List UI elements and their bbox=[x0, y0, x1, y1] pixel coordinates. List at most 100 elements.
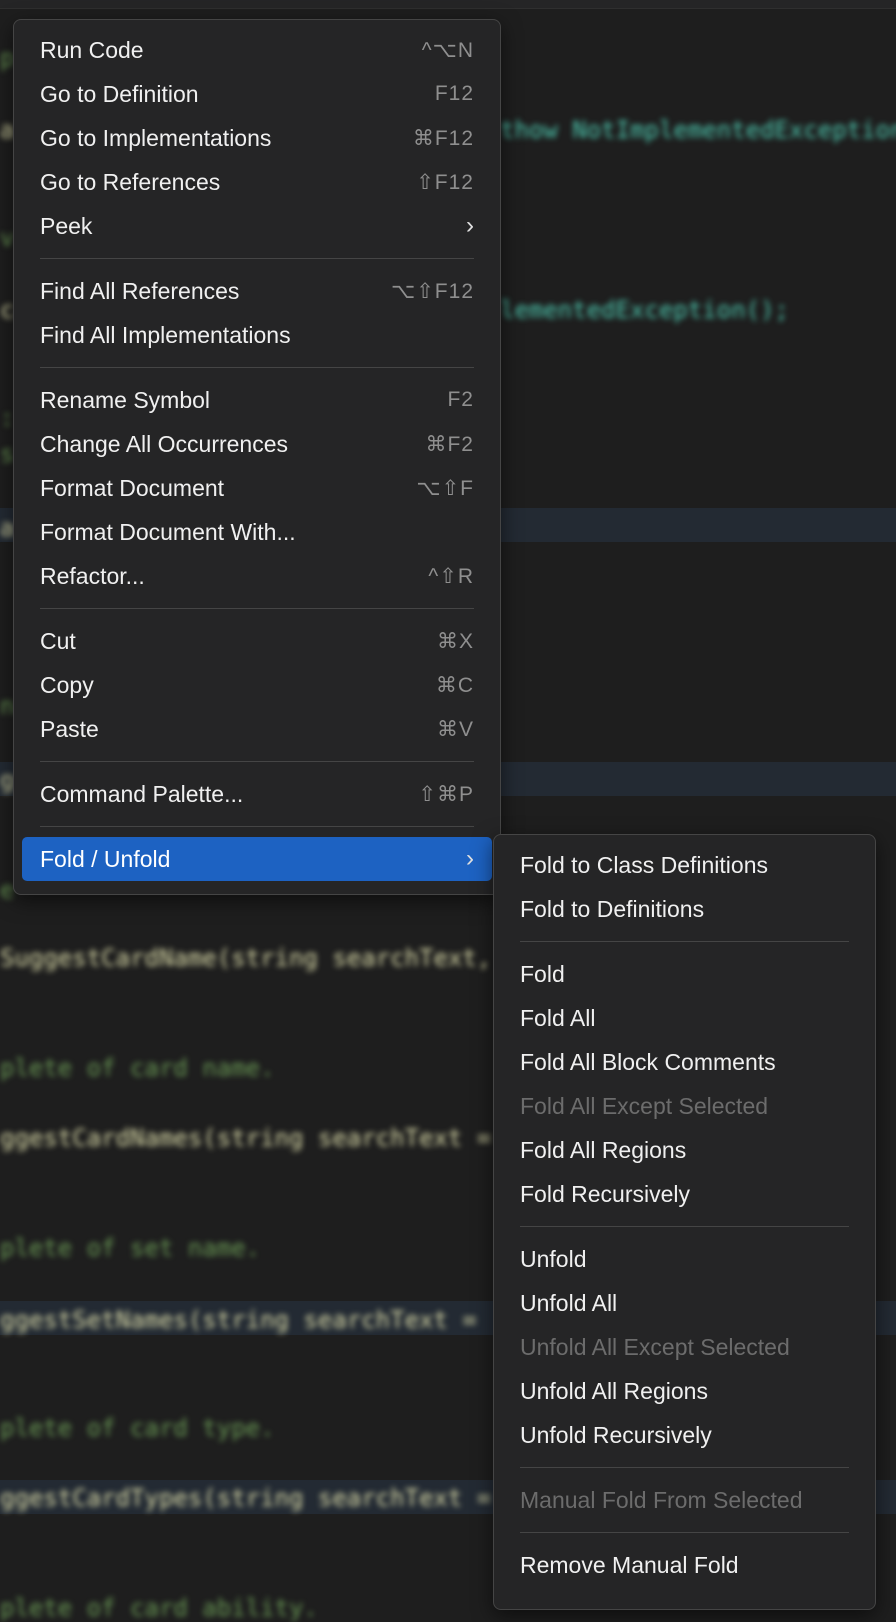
menu-item-shortcut: ⌥⇧F12 bbox=[391, 279, 474, 303]
menu-item-label: Fold to Class Definitions bbox=[520, 851, 768, 878]
menu-item-unfold-all[interactable]: Unfold All bbox=[502, 1281, 867, 1325]
editor-context-menu: Run Code ^⌥N Go to Definition F12 Go to Impl… bbox=[13, 19, 501, 895]
menu-separator bbox=[520, 1226, 849, 1227]
menu-separator bbox=[40, 367, 474, 368]
menu-item-label: Format Document bbox=[40, 474, 225, 501]
menu-item-shortcut: ⌥⇧F bbox=[416, 476, 474, 500]
code-line: thow NotImplementedException() bbox=[500, 116, 896, 144]
menu-item-shortcut: F2 bbox=[447, 388, 474, 411]
menu-item-fold-all[interactable]: Fold All bbox=[502, 996, 867, 1040]
menu-item-fold-all-block-comments[interactable]: Fold All Block Comments bbox=[502, 1040, 867, 1084]
code-line: plete of card name. bbox=[0, 1054, 275, 1082]
menu-item-unfold-all-regions[interactable]: Unfold All Regions bbox=[502, 1369, 867, 1413]
menu-separator bbox=[520, 1532, 849, 1533]
menu-separator bbox=[520, 941, 849, 942]
menu-item-fold-recursively[interactable]: Fold Recursively bbox=[502, 1172, 867, 1216]
menu-item-label: Fold to Definitions bbox=[520, 895, 705, 922]
menu-item-run-code[interactable]: Run Code ^⌥N bbox=[22, 28, 492, 72]
menu-item-unfold-all-except-selected: Unfold All Except Selected bbox=[502, 1325, 867, 1369]
code-line: plete of card type. bbox=[0, 1414, 275, 1442]
menu-item-label: Fold All Except Selected bbox=[520, 1092, 769, 1119]
menu-item-label: Unfold All Regions bbox=[520, 1377, 708, 1404]
code-line: ggestCardNames(string searchText = bbox=[0, 1124, 492, 1152]
menu-item-go-to-definition[interactable]: Go to Definition F12 bbox=[22, 72, 492, 116]
menu-item-shortcut: ^⌥N bbox=[421, 38, 474, 62]
menu-item-cut[interactable]: Cut ⌘X bbox=[22, 619, 492, 663]
menu-item-label: Fold bbox=[520, 960, 565, 987]
menu-item-label: Go to Implementations bbox=[40, 124, 272, 151]
code-line: plete of card ability. bbox=[0, 1594, 318, 1622]
menu-item-refactor[interactable]: Refactor... ^⇧R bbox=[22, 554, 492, 598]
menu-separator bbox=[40, 608, 474, 609]
menu-item-unfold-recursively[interactable]: Unfold Recursively bbox=[502, 1413, 867, 1457]
code-line: SuggestCardName(string searchText, bbox=[0, 944, 492, 972]
menu-item-label: Command Palette... bbox=[40, 780, 244, 807]
menu-item-shortcut: ⌘F2 bbox=[425, 432, 474, 456]
menu-item-label: Fold Recursively bbox=[520, 1180, 690, 1207]
menu-item-shortcut: ^⇧R bbox=[428, 564, 474, 588]
menu-item-label: Unfold Recursively bbox=[520, 1421, 712, 1448]
menu-item-shortcut: F12 bbox=[434, 82, 474, 105]
menu-item-unfold[interactable]: Unfold bbox=[502, 1237, 867, 1281]
menu-item-shortcut: ⇧⌘P bbox=[418, 782, 474, 806]
menu-item-find-all-references[interactable]: Find All References ⌥⇧F12 bbox=[22, 269, 492, 313]
menu-separator bbox=[40, 826, 474, 827]
menu-item-fold-all-regions[interactable]: Fold All Regions bbox=[502, 1128, 867, 1172]
menu-item-label: Find All Implementations bbox=[40, 321, 291, 348]
menu-separator bbox=[40, 258, 474, 259]
menu-item-shortcut: ⇧F12 bbox=[416, 170, 474, 194]
menu-item-label: Go to References bbox=[40, 168, 221, 195]
menu-item-label: Fold All bbox=[520, 1004, 596, 1031]
menu-separator bbox=[40, 761, 474, 762]
menu-item-copy[interactable]: Copy ⌘C bbox=[22, 663, 492, 707]
menu-item-shortcut: ⌘V bbox=[436, 717, 474, 741]
code-line: lementedException(); bbox=[500, 296, 789, 324]
fold-unfold-submenu: Fold to Class Definitions Fold to Definit… bbox=[493, 834, 876, 1610]
menu-item-label: Rename Symbol bbox=[40, 386, 211, 413]
menu-item-label: Manual Fold From Selected bbox=[520, 1486, 803, 1513]
menu-item-format-document[interactable]: Format Document ⌥⇧F bbox=[22, 466, 492, 510]
editor-top-bar bbox=[0, 0, 896, 9]
menu-item-fold-to-class-definitions[interactable]: Fold to Class Definitions bbox=[502, 843, 867, 887]
menu-separator bbox=[520, 1467, 849, 1468]
menu-item-label: Copy bbox=[40, 671, 94, 698]
code-line: plete of set name. bbox=[0, 1234, 261, 1262]
menu-item-label: Remove Manual Fold bbox=[520, 1551, 739, 1578]
menu-item-manual-fold-from-selected: Manual Fold From Selected bbox=[502, 1478, 867, 1522]
menu-item-format-document-with[interactable]: Format Document With... bbox=[22, 510, 492, 554]
menu-item-fold-all-except-selected: Fold All Except Selected bbox=[502, 1084, 867, 1128]
menu-item-label: Go to Definition bbox=[40, 80, 199, 107]
menu-item-label: Cut bbox=[40, 627, 76, 654]
menu-item-paste[interactable]: Paste ⌘V bbox=[22, 707, 492, 751]
code-line: ggestCardTypes(string searchText = bbox=[0, 1484, 492, 1512]
menu-item-label: Unfold All bbox=[520, 1289, 618, 1316]
menu-item-label: Refactor... bbox=[40, 562, 145, 589]
menu-item-change-all-occurrences[interactable]: Change All Occurrences ⌘F2 bbox=[22, 422, 492, 466]
menu-item-find-all-implementations[interactable]: Find All Implementations bbox=[22, 313, 492, 357]
menu-item-label: Peek bbox=[40, 212, 93, 239]
menu-item-label: Fold / Unfold bbox=[40, 845, 171, 872]
chevron-right-icon: › bbox=[466, 212, 474, 239]
menu-item-peek[interactable]: Peek › bbox=[22, 204, 492, 248]
menu-item-fold-unfold[interactable]: Fold / Unfold › bbox=[22, 837, 492, 881]
menu-item-remove-manual-fold[interactable]: Remove Manual Fold bbox=[502, 1543, 867, 1587]
menu-item-label: Format Document With... bbox=[40, 518, 296, 545]
menu-item-label: Run Code bbox=[40, 36, 144, 63]
menu-item-label: Unfold All Except Selected bbox=[520, 1333, 790, 1360]
menu-item-rename-symbol[interactable]: Rename Symbol F2 bbox=[22, 378, 492, 422]
menu-item-shortcut: ⌘C bbox=[435, 673, 474, 697]
menu-item-label: Unfold bbox=[520, 1245, 587, 1272]
menu-item-shortcut: ⌘F12 bbox=[412, 126, 474, 150]
code-line: ggestSetNames(string searchText = bbox=[0, 1306, 477, 1334]
menu-item-command-palette[interactable]: Command Palette... ⇧⌘P bbox=[22, 772, 492, 816]
menu-item-label: Change All Occurrences bbox=[40, 430, 289, 457]
menu-item-label: Paste bbox=[40, 715, 99, 742]
menu-item-go-to-implementations[interactable]: Go to Implementations ⌘F12 bbox=[22, 116, 492, 160]
menu-item-go-to-references[interactable]: Go to References ⇧F12 bbox=[22, 160, 492, 204]
chevron-right-icon: › bbox=[466, 845, 474, 872]
menu-item-label: Fold All Regions bbox=[520, 1136, 687, 1163]
menu-item-label: Fold All Block Comments bbox=[520, 1048, 776, 1075]
menu-item-fold-to-definitions[interactable]: Fold to Definitions bbox=[502, 887, 867, 931]
menu-item-shortcut: ⌘X bbox=[436, 629, 474, 653]
menu-item-fold[interactable]: Fold bbox=[502, 952, 867, 996]
